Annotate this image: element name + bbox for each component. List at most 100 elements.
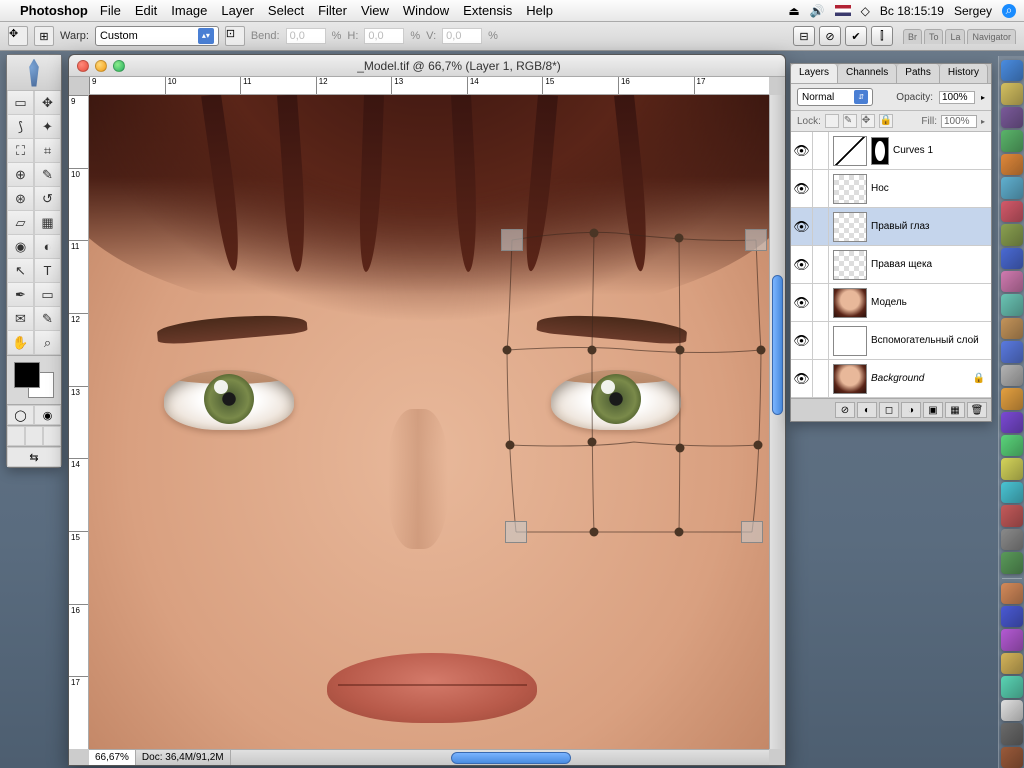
screen-mode-full-menu[interactable] bbox=[25, 426, 43, 446]
layer-name[interactable]: Правый глаз bbox=[871, 221, 991, 232]
tab-history[interactable]: History bbox=[940, 64, 988, 83]
dock-app-icon[interactable] bbox=[1001, 365, 1023, 386]
dock-app-icon[interactable] bbox=[1001, 318, 1023, 339]
warp-style-dropdown[interactable]: Custom ▴▾ bbox=[95, 26, 219, 46]
pen-tool[interactable]: ✒ bbox=[7, 283, 34, 307]
jump-to-imageready-icon[interactable]: ⇆ bbox=[7, 447, 61, 467]
dock-app-icon[interactable] bbox=[1001, 529, 1023, 550]
layer-name[interactable]: Модель bbox=[871, 297, 991, 308]
warp-point[interactable] bbox=[588, 346, 597, 355]
dock-app-icon[interactable] bbox=[1001, 505, 1023, 526]
flag-icon[interactable] bbox=[835, 5, 851, 16]
layer-row[interactable]: 👁Вспомогательный слой bbox=[791, 322, 991, 360]
visibility-toggle-icon[interactable]: 👁 bbox=[791, 360, 813, 397]
menu-extensis[interactable]: Extensis bbox=[463, 3, 512, 18]
link-cell[interactable] bbox=[813, 208, 829, 245]
dock-app-icon[interactable] bbox=[1001, 629, 1023, 650]
dock-app-icon[interactable] bbox=[1001, 723, 1023, 744]
link-cell[interactable] bbox=[813, 284, 829, 321]
palette-tab-navigator[interactable]: Navigator bbox=[967, 29, 1016, 44]
warp-grid[interactable] bbox=[504, 230, 764, 540]
visibility-toggle-icon[interactable]: 👁 bbox=[791, 208, 813, 245]
close-window-icon[interactable] bbox=[77, 60, 89, 72]
brush-tool[interactable]: ✎ bbox=[34, 163, 61, 187]
layer-style-icon[interactable]: ◐ bbox=[857, 402, 877, 418]
healing-tool[interactable]: ⊕ bbox=[7, 163, 34, 187]
crop-tool[interactable]: ⛶ bbox=[7, 139, 34, 163]
opacity-field[interactable]: 100% bbox=[939, 91, 975, 104]
warp-point[interactable] bbox=[676, 346, 685, 355]
tab-paths[interactable]: Paths bbox=[897, 64, 940, 83]
commit-transform-button[interactable]: ✔ bbox=[845, 26, 867, 46]
bend-field[interactable]: 0,0 bbox=[286, 28, 326, 44]
zoom-tool[interactable]: ⌕ bbox=[34, 331, 61, 355]
dock-app-icon[interactable] bbox=[1001, 458, 1023, 479]
type-tool[interactable]: T bbox=[34, 259, 61, 283]
link-cell[interactable] bbox=[813, 132, 829, 169]
dock-app-icon[interactable] bbox=[1001, 606, 1023, 627]
notes-tool[interactable]: ✉ bbox=[7, 307, 34, 331]
standard-mode-icon[interactable]: ◯ bbox=[7, 405, 34, 425]
layer-row[interactable]: 👁Background🔒 bbox=[791, 360, 991, 398]
move-tool[interactable]: ✥ bbox=[34, 91, 61, 115]
lock-all-icon[interactable]: 🔒 bbox=[879, 114, 893, 128]
gradient-tool[interactable]: ▦ bbox=[34, 211, 61, 235]
warp-point[interactable] bbox=[503, 346, 512, 355]
warp-point[interactable] bbox=[590, 229, 599, 238]
dodge-tool[interactable]: ◐ bbox=[34, 235, 61, 259]
dock-app-icon[interactable] bbox=[1001, 583, 1023, 604]
warp-point[interactable] bbox=[588, 438, 597, 447]
dock-app-icon[interactable] bbox=[1001, 60, 1023, 81]
hand-tool[interactable]: ✋ bbox=[7, 331, 34, 355]
menu-layer[interactable]: Layer bbox=[221, 3, 254, 18]
new-layer-icon[interactable]: ▦ bbox=[945, 402, 965, 418]
wand-tool[interactable]: ✦ bbox=[34, 115, 61, 139]
marquee-tool[interactable]: ▭ bbox=[7, 91, 34, 115]
warp-handle[interactable] bbox=[741, 521, 763, 543]
layer-row[interactable]: 👁Curves 1 bbox=[791, 132, 991, 170]
warp-handle[interactable] bbox=[745, 229, 767, 251]
dock-app-icon[interactable] bbox=[1001, 271, 1023, 292]
slice-tool[interactable]: ⌗ bbox=[34, 139, 61, 163]
color-swatches[interactable] bbox=[7, 355, 61, 404]
menu-edit[interactable]: Edit bbox=[135, 3, 157, 18]
warp-handle[interactable] bbox=[501, 229, 523, 251]
dock-app-icon[interactable] bbox=[1001, 552, 1023, 573]
dock-app-icon[interactable] bbox=[1001, 482, 1023, 503]
warp-point[interactable] bbox=[675, 234, 684, 243]
tab-layers[interactable]: Layers bbox=[791, 64, 838, 83]
dock-app-icon[interactable] bbox=[1001, 154, 1023, 175]
visibility-toggle-icon[interactable]: 👁 bbox=[791, 322, 813, 359]
user-name[interactable]: Sergey bbox=[954, 4, 992, 18]
shape-tool[interactable]: ▭ bbox=[34, 283, 61, 307]
visibility-toggle-icon[interactable]: 👁 bbox=[791, 284, 813, 321]
warp-point[interactable] bbox=[506, 441, 515, 450]
eject-icon[interactable]: ⏏ bbox=[788, 4, 799, 18]
tool-preset-icon[interactable]: ✥ bbox=[8, 26, 28, 46]
quickmask-mode-icon[interactable]: ◉ bbox=[34, 405, 61, 425]
dock-app-icon[interactable] bbox=[1001, 653, 1023, 674]
horizontal-ruler[interactable]: 9 10 11 12 13 14 15 16 17 bbox=[89, 77, 769, 95]
eraser-tool[interactable]: ▱ bbox=[7, 211, 34, 235]
tab-channels[interactable]: Channels bbox=[838, 64, 897, 83]
menu-filter[interactable]: Filter bbox=[318, 3, 347, 18]
link-layers-icon[interactable]: ⊘ bbox=[835, 402, 855, 418]
dock-app-icon[interactable] bbox=[1001, 435, 1023, 456]
h-field[interactable]: 0,0 bbox=[364, 28, 404, 44]
dock-app-icon[interactable] bbox=[1001, 700, 1023, 721]
link-cell[interactable] bbox=[813, 246, 829, 283]
lock-position-icon[interactable]: ✥ bbox=[861, 114, 875, 128]
canvas[interactable] bbox=[89, 95, 769, 749]
dock-app-icon[interactable] bbox=[1001, 294, 1023, 315]
spotlight-icon[interactable]: ⌕ bbox=[1002, 4, 1016, 18]
warp-orientation-icon[interactable]: ⊡ bbox=[225, 26, 245, 46]
dock-app-icon[interactable] bbox=[1001, 177, 1023, 198]
link-cell[interactable] bbox=[813, 360, 829, 397]
warp-handle[interactable] bbox=[505, 521, 527, 543]
cancel-transform-button[interactable]: ⊘ bbox=[819, 26, 841, 46]
menu-image[interactable]: Image bbox=[171, 3, 207, 18]
opacity-flyout-icon[interactable]: ▸ bbox=[981, 93, 985, 102]
delete-layer-icon[interactable]: 🗑 bbox=[967, 402, 987, 418]
menu-file[interactable]: File bbox=[100, 3, 121, 18]
dock-app-icon[interactable] bbox=[1001, 388, 1023, 409]
